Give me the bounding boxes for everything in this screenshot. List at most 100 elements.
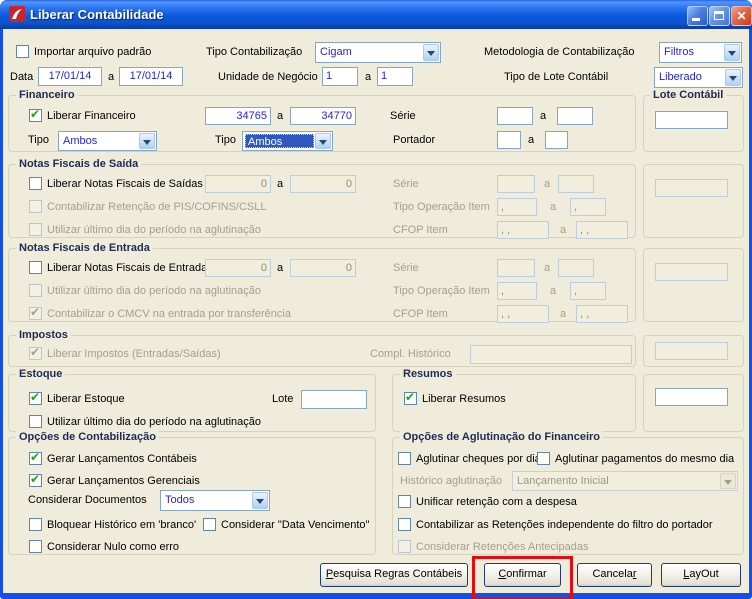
- historico-aglutinacao-label: Histórico aglutinação: [400, 475, 503, 487]
- liberar-nf-entrada-checkbox[interactable]: [29, 261, 42, 274]
- liberar-estoque-checkbox[interactable]: ✔: [29, 390, 42, 405]
- financeiro-legend: Financeiro: [16, 89, 78, 101]
- cmcv-label: Contabilizar o CMCV na entrada por trans…: [47, 308, 291, 320]
- considerar-nulo-label: Considerar Nulo como erro: [47, 541, 180, 553]
- serie-label: Série: [393, 178, 419, 190]
- financeiro-to-input[interactable]: 34770: [290, 107, 356, 125]
- unidade-to-input[interactable]: 1: [377, 67, 413, 86]
- data-to-input[interactable]: 17/01/14: [119, 67, 183, 86]
- a-separator: a: [550, 201, 557, 213]
- a-separator: a: [108, 71, 115, 83]
- check-icon: ✔: [30, 390, 41, 404]
- tipo-contabilizacao-label: Tipo Contabilização: [206, 46, 303, 58]
- aglutinar-cheques-checkbox[interactable]: [398, 452, 411, 465]
- liberar-impostos-label: Liberar Impostos (Entradas/Saídas): [47, 348, 221, 360]
- considerar-documentos-label: Considerar Documentos: [28, 494, 147, 506]
- estoque-ultimo-dia-checkbox[interactable]: [29, 415, 42, 428]
- pesquisa-regras-button[interactable]: Pesquisa Regras Contábeis: [320, 563, 468, 587]
- portador-to-input[interactable]: [545, 131, 568, 149]
- considerar-nulo-checkbox[interactable]: [29, 540, 42, 553]
- check-icon: ✔: [30, 107, 41, 121]
- a-separator: a: [528, 134, 535, 146]
- serie-label: Série: [390, 110, 416, 122]
- liberar-resumos-checkbox[interactable]: ✔: [404, 390, 417, 405]
- dropdown-arrow-icon[interactable]: [252, 492, 268, 509]
- a-separator: a: [277, 110, 284, 122]
- nf-entrada-from-input: 0: [205, 259, 271, 277]
- tipo-documento-select[interactable]: Ambos: [242, 131, 333, 151]
- importar-arquivo-checkbox[interactable]: [16, 45, 29, 58]
- bloquear-historico-checkbox[interactable]: [29, 518, 42, 531]
- titlebar[interactable]: Liberar Contabilidade ✕: [0, 0, 752, 29]
- impostos-legend: Impostos: [16, 329, 71, 341]
- portador-from-input[interactable]: [497, 131, 521, 149]
- a-separator: a: [365, 71, 372, 83]
- contabilizar-retencao-checkbox: [29, 200, 42, 213]
- minimize-button[interactable]: [687, 6, 708, 26]
- tipo-lote-label: Tipo de Lote Contábil: [504, 71, 609, 83]
- tipo-lote-select[interactable]: Liberado: [654, 67, 743, 88]
- entrada-cfop-to-input: , ,: [576, 305, 628, 323]
- dropdown-arrow-icon[interactable]: [724, 44, 740, 61]
- dropdown-arrow-icon[interactable]: [725, 69, 741, 86]
- a-separator: a: [544, 262, 551, 274]
- cancelar-button[interactable]: Cancelar: [577, 563, 652, 587]
- close-button[interactable]: ✕: [731, 6, 752, 26]
- resumos-lote-input[interactable]: [655, 388, 728, 406]
- liberar-nf-entrada-label: Liberar Notas Fiscais de Entrada: [47, 262, 208, 274]
- contabilizar-retencoes-checkbox[interactable]: [398, 518, 411, 531]
- unificar-retencao-checkbox[interactable]: [398, 495, 411, 508]
- lote-contabil-legend: Lote Contábil: [650, 89, 727, 101]
- entrada-ultimo-dia-label: Utilizar último dia do período na agluti…: [47, 285, 262, 297]
- saida-serie-from-input: [497, 175, 535, 193]
- saida-ultimo-dia-label: Utilizar último dia do período na agluti…: [47, 224, 262, 236]
- dropdown-arrow-icon: [720, 473, 736, 489]
- gerar-contabeis-checkbox[interactable]: ✔: [29, 450, 42, 465]
- dialog-window: Liberar Contabilidade ✕ Importar arquivo…: [0, 0, 752, 599]
- layout-button[interactable]: LayOut: [661, 563, 741, 587]
- serie-to-input[interactable]: [557, 107, 593, 125]
- a-separator: a: [550, 285, 557, 297]
- data-from-input[interactable]: 17/01/14: [38, 67, 102, 86]
- opcoes-contabilizacao-legend: Opções de Contabilização: [16, 431, 159, 443]
- dropdown-arrow-icon[interactable]: [423, 44, 439, 61]
- a-separator: a: [277, 178, 284, 190]
- liberar-financeiro-checkbox[interactable]: ✔: [29, 107, 42, 122]
- check-icon: ✔: [405, 390, 416, 404]
- metodologia-select[interactable]: Filtros: [659, 42, 742, 63]
- portador-label: Portador: [393, 134, 436, 146]
- combo-value: Todos: [165, 494, 195, 506]
- serie-from-input[interactable]: [497, 107, 533, 125]
- tipo-label: Tipo: [215, 134, 236, 146]
- considerar-documentos-select[interactable]: Todos: [160, 490, 270, 511]
- entrada-tipo-op-from-input: ,: [497, 282, 537, 300]
- a-separator: a: [560, 224, 567, 236]
- gerar-gerenciais-label: Gerar Lançamentos Gerenciais: [47, 475, 200, 487]
- combo-value: Filtros: [664, 46, 694, 58]
- entrada-serie-to-input: [558, 259, 594, 277]
- saida-tipo-op-to-input: ,: [570, 198, 606, 216]
- maximize-button[interactable]: [709, 6, 730, 26]
- liberar-financeiro-label: Liberar Financeiro: [47, 110, 136, 122]
- aglutinar-pagamentos-checkbox[interactable]: [537, 452, 550, 465]
- estoque-lote-input[interactable]: [301, 390, 367, 409]
- considerar-data-venc-checkbox[interactable]: [203, 518, 216, 531]
- tipo-label: Tipo: [28, 134, 49, 146]
- entrada-serie-from-input: [497, 259, 535, 277]
- liberar-nf-saida-checkbox[interactable]: [29, 177, 42, 190]
- dropdown-arrow-icon[interactable]: [139, 133, 155, 149]
- unidade-from-input[interactable]: 1: [322, 67, 358, 86]
- lote-contabil-input[interactable]: [655, 111, 728, 129]
- tipo-operacao-label: Tipo Operação Item: [393, 201, 490, 213]
- tipo-financeiro-select[interactable]: Ambos: [58, 131, 157, 151]
- financeiro-from-input[interactable]: 34765: [205, 107, 271, 125]
- tipo-contabilizacao-select[interactable]: Cigam: [315, 42, 441, 63]
- dropdown-arrow-icon[interactable]: [315, 133, 331, 149]
- nf-saida-from-input: 0: [205, 175, 271, 193]
- entrada-tipo-op-to-input: ,: [570, 282, 606, 300]
- app-icon: [9, 6, 25, 22]
- gerar-gerenciais-checkbox[interactable]: ✔: [29, 472, 42, 487]
- tipo-operacao-label: Tipo Operação Item: [393, 285, 490, 297]
- retencoes-antecipadas-checkbox: [398, 540, 411, 553]
- cfop-item-label: CFOP Item: [393, 308, 448, 320]
